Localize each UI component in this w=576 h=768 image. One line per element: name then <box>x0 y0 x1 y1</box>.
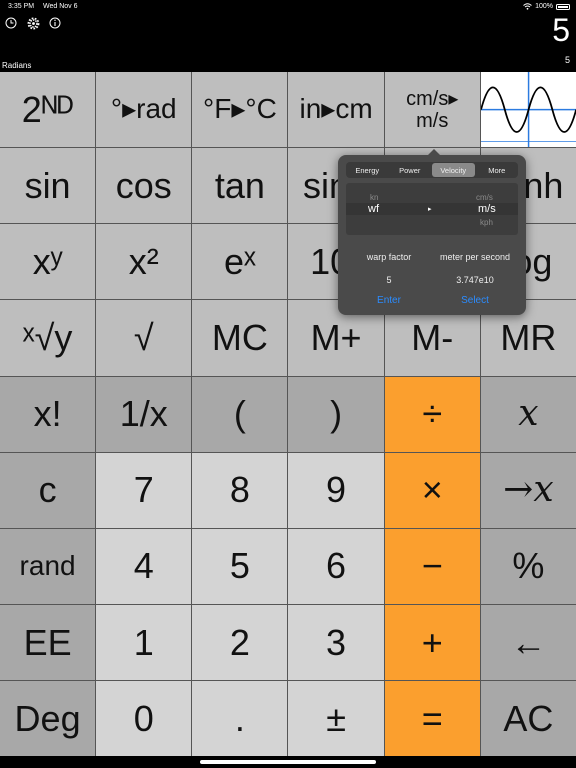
f-to-c-key[interactable]: °F▸°C <box>192 72 288 148</box>
decimal-key[interactable]: . <box>192 680 288 756</box>
digit-6-key[interactable]: 6 <box>288 528 384 604</box>
enter-button[interactable]: Enter <box>346 295 432 306</box>
left-paren-key[interactable]: ( <box>192 376 288 452</box>
picker-right-selected[interactable]: m/s <box>478 203 496 215</box>
subtract-key[interactable]: − <box>384 528 480 604</box>
from-value: 5 <box>386 275 392 285</box>
wifi-icon <box>523 3 532 10</box>
factorial-key[interactable]: x! <box>0 376 96 452</box>
x-root-y-key[interactable]: ˣ√y <box>0 300 96 376</box>
tan-key[interactable]: tan <box>192 148 288 224</box>
display-secondary: 5 <box>564 55 570 65</box>
velocity-convert-line1: cm/s▸ <box>406 87 459 110</box>
tab-energy[interactable]: Energy <box>346 162 389 178</box>
select-button[interactable]: Select <box>432 295 518 306</box>
variable-x-key[interactable]: x <box>480 376 576 452</box>
picker-row-above: kn cm/s <box>346 191 518 203</box>
display-value: 5 <box>552 12 570 48</box>
digit-5-key[interactable]: 5 <box>192 528 288 604</box>
toolbar <box>4 16 62 30</box>
tab-velocity[interactable]: Velocity <box>432 163 475 177</box>
in-to-cm-key[interactable]: in▸cm <box>288 72 384 148</box>
digit-3-key[interactable]: 3 <box>288 604 384 680</box>
store-x-key[interactable]: →x <box>480 452 576 528</box>
second-function-key[interactable]: 2ᴺᴰ <box>0 72 96 148</box>
gear-icon[interactable] <box>26 16 40 30</box>
tab-power[interactable]: Power <box>389 162 432 178</box>
battery-icon <box>556 3 570 10</box>
popover-actions: Enter Select <box>346 295 518 306</box>
picker-left-above[interactable]: kn <box>370 193 378 202</box>
picker-left-selected[interactable]: wf <box>368 203 379 215</box>
picker-right-above[interactable]: cm/s <box>476 193 493 202</box>
info-icon[interactable] <box>48 16 62 30</box>
status-date: Wed Nov 6 <box>43 3 78 10</box>
digit-7-key[interactable]: 7 <box>96 452 192 528</box>
equals-key[interactable]: = <box>384 680 480 756</box>
sign-toggle-key[interactable]: ± <box>288 680 384 756</box>
all-clear-key[interactable]: AC <box>480 680 576 756</box>
velocity-convert-line2: m/s <box>416 109 449 132</box>
digit-2-key[interactable]: 2 <box>192 604 288 680</box>
sin-key[interactable]: sin <box>0 148 96 224</box>
deg-to-rad-key[interactable]: °▸rad <box>96 72 192 148</box>
memory-clear-key[interactable]: MC <box>192 300 288 376</box>
home-indicator[interactable] <box>200 760 376 764</box>
clear-key[interactable]: c <box>0 452 96 528</box>
unit-category-tabs: Energy Power Velocity More <box>346 162 518 178</box>
digit-4-key[interactable]: 4 <box>96 528 192 604</box>
battery-percent: 100% <box>535 3 553 10</box>
digit-9-key[interactable]: 9 <box>288 452 384 528</box>
random-key[interactable]: rand <box>0 528 96 604</box>
status-bar: 3:35 PM Wed Nov 6 100% <box>0 0 576 14</box>
angle-mode-label: Radians <box>2 61 32 70</box>
angle-mode-key[interactable]: Deg <box>0 680 96 756</box>
reciprocal-key[interactable]: 1/x <box>96 376 192 452</box>
backspace-key[interactable]: ← <box>480 604 576 680</box>
unit-picker[interactable]: kn cm/s wf ▸ m/s kph <box>346 183 518 235</box>
unit-conversion-popover: Energy Power Velocity More kn cm/s wf ▸ … <box>338 149 526 315</box>
status-right: 100% <box>523 3 570 10</box>
percent-key[interactable]: % <box>480 528 576 604</box>
x-power-y-key[interactable]: xʸ <box>0 224 96 300</box>
to-value: 3.747e10 <box>456 275 494 285</box>
tab-more[interactable]: More <box>476 162 519 178</box>
digit-8-key[interactable]: 8 <box>192 452 288 528</box>
unit-names: warp factor meter per second <box>346 252 518 262</box>
history-icon[interactable] <box>4 16 18 30</box>
add-key[interactable]: + <box>384 604 480 680</box>
right-paren-key[interactable]: ) <box>288 376 384 452</box>
velocity-convert-key[interactable]: cm/s▸ m/s <box>384 72 480 148</box>
digit-1-key[interactable]: 1 <box>96 604 192 680</box>
sqrt-key[interactable]: √ <box>96 300 192 376</box>
status-time: 3:35 PM <box>8 3 35 10</box>
cos-key[interactable]: cos <box>96 148 192 224</box>
picker-right-below[interactable]: kph <box>480 218 493 227</box>
popover-caret <box>428 149 440 155</box>
unit-values: 5 3.747e10 <box>346 275 518 285</box>
from-unit-label: warp factor <box>366 252 412 262</box>
to-unit-label: meter per second <box>439 252 511 262</box>
picker-row-below: kph <box>346 216 518 228</box>
picker-row-selected: wf ▸ m/s <box>346 203 518 215</box>
graph-key[interactable] <box>480 72 576 148</box>
divide-key[interactable]: ÷ <box>384 376 480 452</box>
digit-0-key[interactable]: 0 <box>96 680 192 756</box>
sine-graph-icon <box>480 72 576 148</box>
multiply-key[interactable]: × <box>384 452 480 528</box>
x-squared-key[interactable]: x² <box>96 224 192 300</box>
exponent-key[interactable]: EE <box>0 604 96 680</box>
picker-arrow-icon: ▸ <box>428 206 432 213</box>
e-power-x-key[interactable]: eˣ <box>192 224 288 300</box>
